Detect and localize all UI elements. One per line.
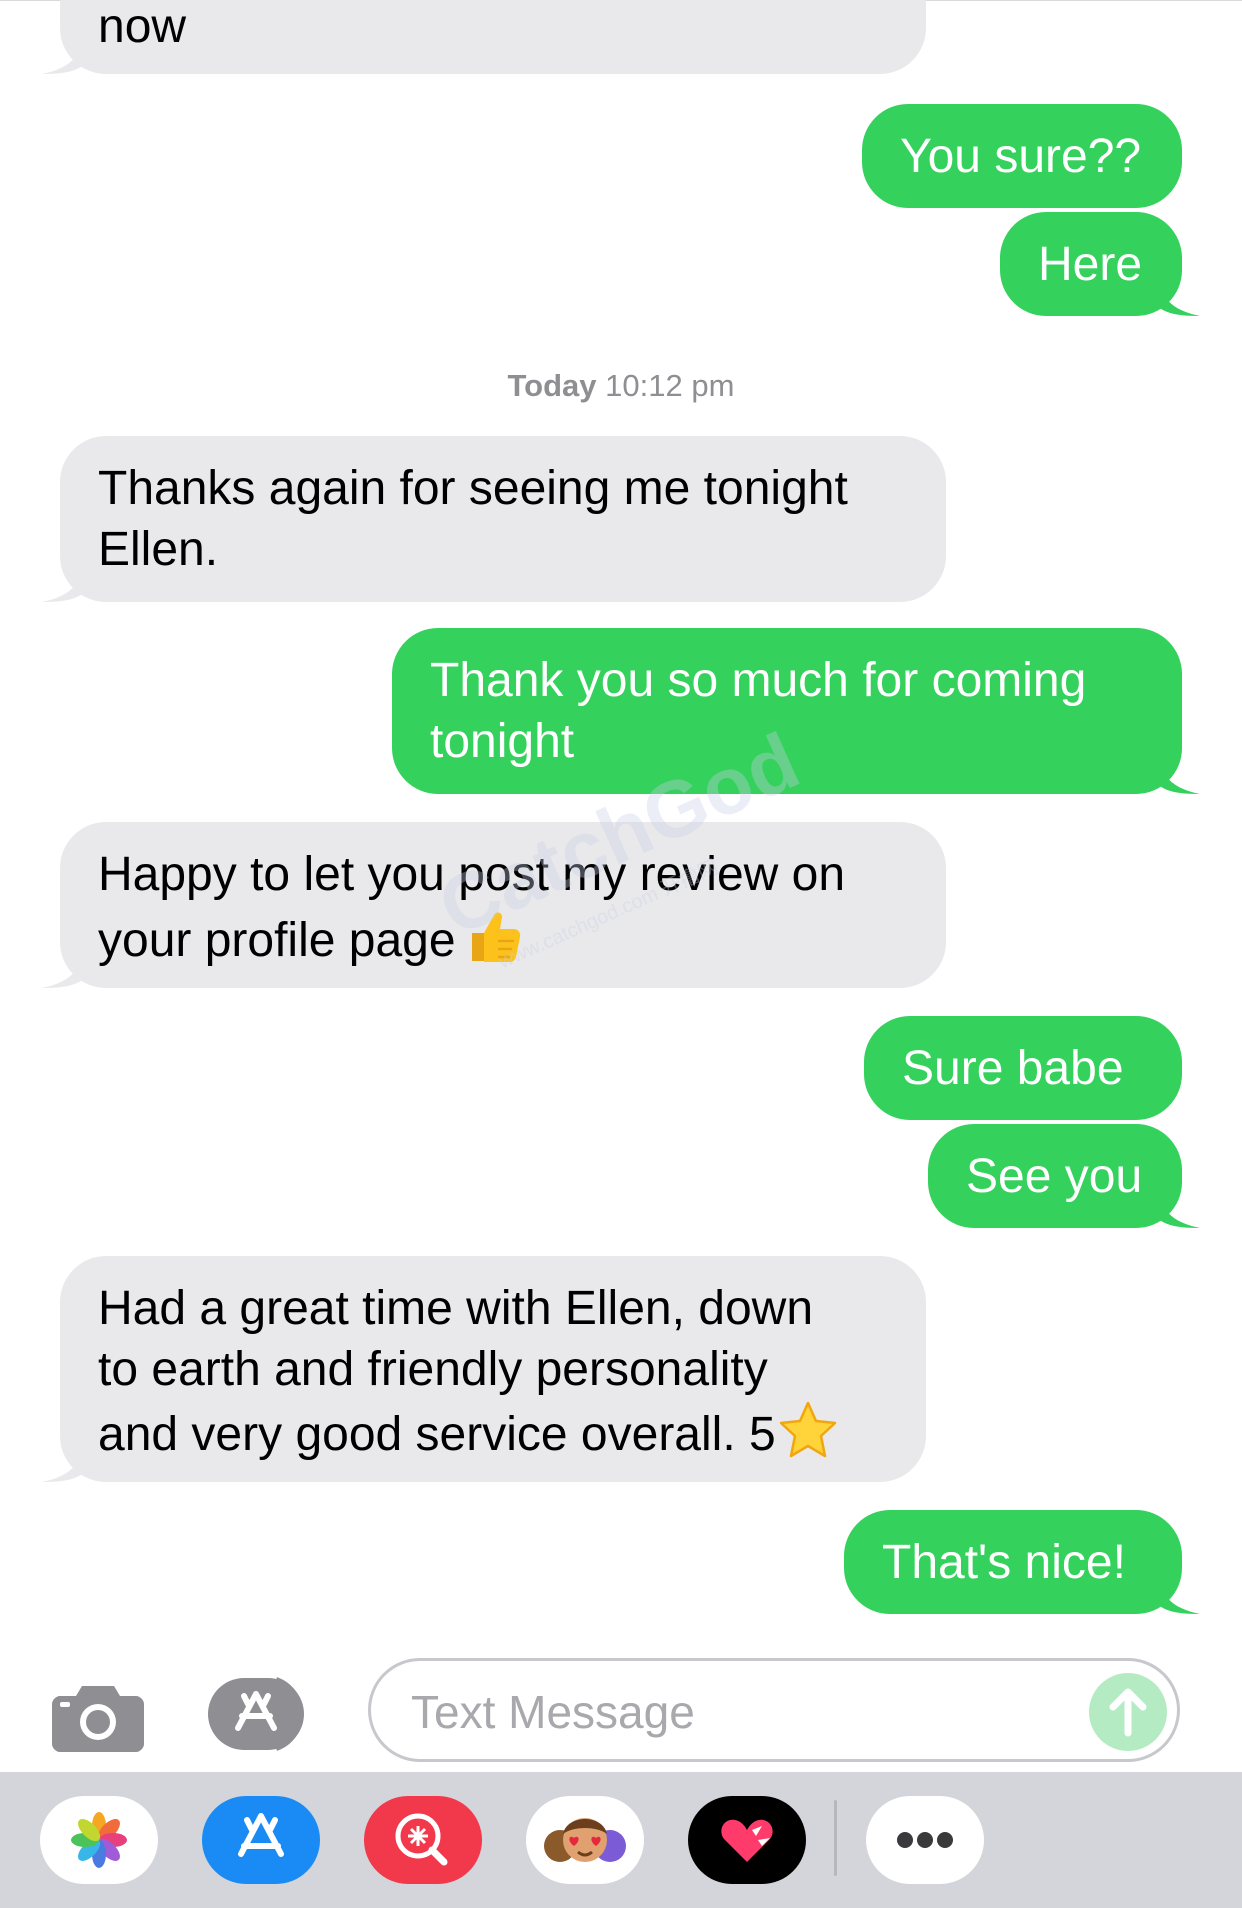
star-emoji bbox=[778, 1400, 838, 1475]
image-search-icon[interactable] bbox=[364, 1796, 482, 1884]
message-text: Here bbox=[1038, 238, 1143, 291]
app-store-apps-button[interactable] bbox=[206, 1674, 322, 1754]
outgoing-message[interactable]: Sure babe bbox=[864, 1016, 1182, 1120]
more-icon[interactable] bbox=[866, 1796, 984, 1884]
message-text: Had a great time with Ellen, down to ear… bbox=[98, 1282, 814, 1462]
incoming-message[interactable]: now bbox=[42, 0, 926, 74]
incoming-message[interactable]: Thanks again for seeing me tonight Ellen… bbox=[42, 436, 946, 602]
arrow-up-icon bbox=[1109, 1688, 1147, 1737]
memoji-stickers-icon[interactable] bbox=[526, 1796, 644, 1884]
camera-icon[interactable] bbox=[52, 1680, 144, 1752]
outgoing-message[interactable]: See you bbox=[928, 1124, 1200, 1228]
bubble-tail bbox=[42, 948, 82, 988]
bubble-tail bbox=[42, 1442, 82, 1482]
app-store-icon[interactable] bbox=[202, 1796, 320, 1884]
message-text: You sure?? bbox=[900, 130, 1142, 183]
timestamp: Today 10:12 pm bbox=[0, 368, 1242, 404]
bubble-tail bbox=[42, 562, 82, 602]
incoming-message[interactable]: Had a great time with Ellen, down to ear… bbox=[42, 1256, 926, 1482]
message-text: Sure babe bbox=[902, 1042, 1124, 1095]
outgoing-message[interactable]: Here bbox=[1000, 212, 1200, 316]
app-drawer bbox=[0, 1772, 1242, 1908]
composer-bar bbox=[0, 1648, 1242, 1772]
message-text: now bbox=[98, 0, 187, 53]
message-text: See you bbox=[966, 1150, 1143, 1203]
message-input-field[interactable] bbox=[368, 1658, 1180, 1762]
outgoing-message[interactable]: You sure?? bbox=[862, 104, 1182, 208]
send-button[interactable] bbox=[1089, 1673, 1167, 1751]
bubble-tail bbox=[1160, 754, 1200, 794]
message-text: That's nice! bbox=[882, 1536, 1126, 1589]
photos-icon[interactable] bbox=[40, 1796, 158, 1884]
digital-touch-icon[interactable] bbox=[688, 1796, 806, 1884]
bubble-tail bbox=[1160, 276, 1200, 316]
outgoing-message[interactable]: That's nice! bbox=[844, 1510, 1200, 1614]
bubble-tail bbox=[1160, 1574, 1200, 1614]
message-text: Thanks again for seeing me tonight Ellen… bbox=[98, 462, 848, 576]
timestamp-time: 10:12 pm bbox=[605, 368, 735, 403]
message-input[interactable] bbox=[409, 1679, 1053, 1745]
bubble-tail bbox=[1160, 1188, 1200, 1228]
bubble-tail bbox=[42, 34, 82, 74]
timestamp-day: Today bbox=[507, 368, 597, 403]
drawer-separator bbox=[834, 1800, 837, 1876]
